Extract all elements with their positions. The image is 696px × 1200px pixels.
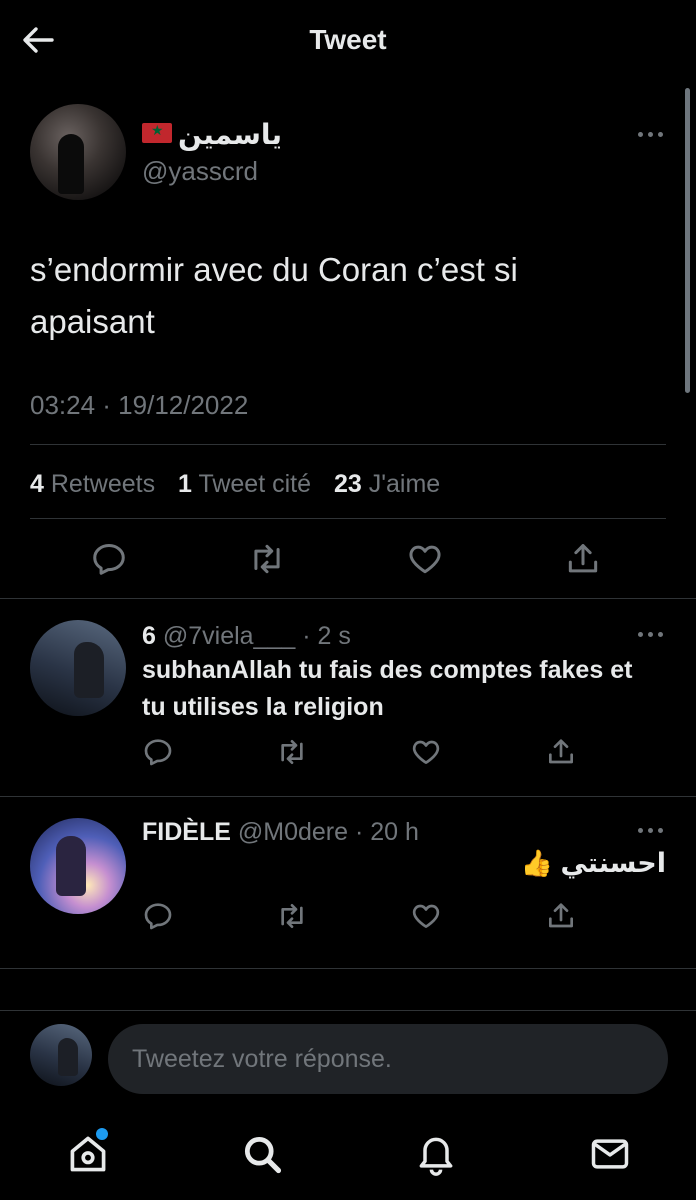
search-icon[interactable] (240, 1132, 284, 1176)
display-name[interactable]: ياسمين (178, 118, 282, 151)
tweet-timestamp: · 20 h (354, 818, 419, 846)
retweet-icon[interactable] (276, 736, 308, 768)
retweets-stat[interactable]: 4 Retweets (30, 470, 155, 498)
display-name[interactable]: FIDÈLE (142, 818, 231, 846)
heart-icon[interactable] (406, 540, 444, 578)
tweet-text: s’endormir avec du Coran c’est si apaisa… (30, 251, 518, 340)
reply-icon[interactable] (142, 900, 174, 932)
reply-composer (0, 1010, 696, 1110)
reply-input[interactable] (108, 1024, 668, 1094)
handle[interactable]: @yasscrd (142, 156, 258, 187)
handle[interactable]: @M0dere (238, 818, 348, 846)
thumbs-up-icon: 👍 (520, 848, 553, 878)
avatar[interactable] (30, 1024, 92, 1086)
share-icon[interactable] (545, 900, 577, 932)
tweet-timestamp: · 2 s (302, 622, 351, 650)
reply-icon[interactable] (142, 736, 174, 768)
likes-stat[interactable]: 23 J'aime (334, 470, 440, 498)
tweet-stats: 4 Retweets 1 Tweet cité 23 J'aime (30, 470, 456, 499)
heart-icon[interactable] (410, 736, 442, 768)
top-bar: Tweet (0, 0, 696, 80)
reply-tweet[interactable]: FIDÈLE @M0dere · 20 h احسنتي 👍 (0, 796, 696, 968)
more-icon[interactable] (638, 630, 666, 638)
reply-text: احسنتي 👍 (520, 848, 666, 878)
bottom-nav (0, 1110, 696, 1200)
divider (30, 444, 666, 445)
divider (30, 518, 666, 519)
quotes-stat[interactable]: 1 Tweet cité (178, 470, 311, 498)
divider (0, 968, 696, 969)
more-icon[interactable] (638, 130, 666, 138)
tweet-timestamp[interactable]: 03:24 · 19/12/2022 (30, 390, 248, 421)
bell-icon[interactable] (414, 1132, 458, 1176)
retweet-icon[interactable] (248, 540, 286, 578)
handle[interactable]: @7viela___ (163, 622, 295, 650)
share-icon[interactable] (545, 736, 577, 768)
share-icon[interactable] (564, 540, 602, 578)
heart-icon[interactable] (410, 900, 442, 932)
page-title: Tweet (309, 24, 387, 55)
mail-icon[interactable] (588, 1132, 632, 1176)
scrollbar[interactable] (685, 88, 690, 393)
reply-text: subhanAllah tu fais des comptes fakes et… (142, 656, 633, 721)
avatar[interactable] (30, 818, 126, 914)
morocco-flag-icon (142, 122, 172, 143)
notification-dot (96, 1128, 108, 1140)
avatar[interactable] (30, 620, 126, 716)
more-icon[interactable] (638, 826, 666, 834)
avatar[interactable] (30, 104, 126, 200)
reply-icon[interactable] (90, 540, 128, 578)
display-name[interactable]: 6 (142, 622, 156, 650)
retweet-icon[interactable] (276, 900, 308, 932)
reply-tweet[interactable]: 6 @7viela___ · 2 s subhanAllah tu fais d… (0, 598, 696, 796)
